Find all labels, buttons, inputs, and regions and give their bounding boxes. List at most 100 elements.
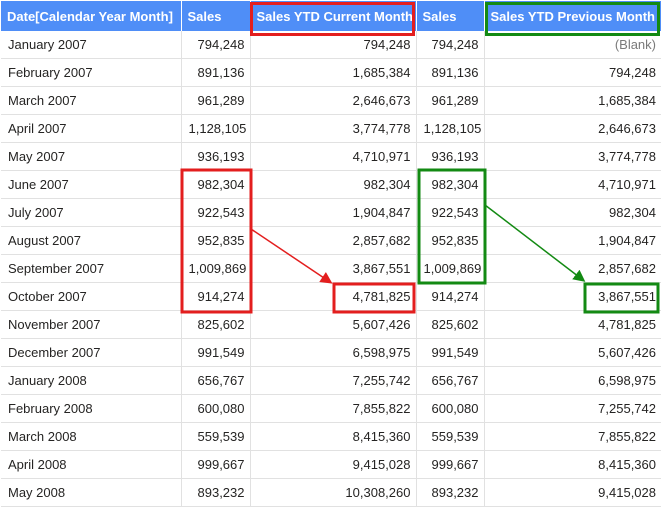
cell-sales-2: 991,549 — [416, 338, 485, 367]
cell-sales-ytd-current: 1,904,847 — [250, 198, 417, 227]
table-row[interactable]: July 2007 922,543 1,904,847 922,543 982,304 — [1, 198, 661, 227]
cell-sales-ytd-current: 1,685,384 — [250, 58, 417, 87]
cell-sales-ytd-previous: 3,774,778 — [484, 142, 661, 171]
cell-sales-2: 952,835 — [416, 226, 485, 255]
cell-date: April 2007 — [1, 114, 182, 143]
cell-sales-ytd-current: 5,607,426 — [250, 310, 417, 339]
cell-sales: 600,080 — [181, 394, 251, 423]
header-row: Date[Calendar Year Month] Sales Sales YT… — [1, 1, 662, 31]
table-row[interactable]: December 2007 991,549 6,598,975 991,549 5,60… — [1, 338, 661, 367]
cell-sales: 999,667 — [181, 450, 251, 479]
cell-sales: 914,274 — [181, 282, 251, 311]
cell-sales-2: 559,539 — [416, 422, 485, 451]
cell-sales: 922,543 — [181, 198, 251, 227]
cell-sales-ytd-previous: 5,607,426 — [484, 338, 661, 367]
cell-sales-2: 825,602 — [416, 310, 485, 339]
column-header-sales[interactable]: Sales — [181, 1, 251, 31]
cell-sales-ytd-current: 3,867,551 — [250, 254, 417, 283]
table-row[interactable]: March 2008 559,539 8,415,360 559,539 7,855,8… — [1, 422, 661, 451]
cell-sales-2: 891,136 — [416, 58, 485, 87]
table-row[interactable]: February 2008 600,080 7,855,822 600,080 7,25… — [1, 394, 661, 423]
table-row[interactable]: February 2007 891,136 1,685,384 891,136 794,… — [1, 58, 661, 87]
cell-sales: 936,193 — [181, 142, 251, 171]
cell-date: December 2007 — [1, 338, 182, 367]
cell-sales-2: 914,274 — [416, 282, 485, 311]
column-header-sales-ytd-previous-month[interactable]: Sales YTD Previous Month — [484, 1, 662, 31]
table-row[interactable]: January 2007 794,248 794,248 794,248 (Blank) — [1, 31, 661, 59]
table-row[interactable]: September 2007 1,009,869 3,867,551 1,009,86… — [1, 254, 661, 283]
cell-sales-ytd-current: 7,255,742 — [250, 366, 417, 395]
cell-sales-ytd-current: 3,774,778 — [250, 114, 417, 143]
cell-sales-ytd-current: 982,304 — [250, 170, 417, 199]
column-header-sales-2[interactable]: Sales — [416, 1, 485, 31]
cell-sales-ytd-previous: 3,867,551 — [484, 282, 661, 311]
cell-sales-ytd-previous: 4,710,971 — [484, 170, 661, 199]
cell-sales-ytd-previous: 1,685,384 — [484, 86, 661, 115]
table-row[interactable]: October 2007 914,274 4,781,825 914,274 3,867… — [1, 282, 661, 311]
table-row[interactable]: May 2008 893,232 10,308,260 893,232 9,415,02… — [1, 478, 661, 507]
cell-sales-2: 982,304 — [416, 170, 485, 199]
cell-date: January 2007 — [1, 31, 182, 59]
cell-sales-2: 794,248 — [416, 31, 485, 59]
cell-sales-ytd-current: 9,415,028 — [250, 450, 417, 479]
cell-sales-ytd-previous: (Blank) — [484, 31, 661, 59]
cell-sales-ytd-previous: 1,904,847 — [484, 226, 661, 255]
cell-date: February 2007 — [1, 58, 182, 87]
cell-sales-ytd-current: 2,646,673 — [250, 86, 417, 115]
cell-sales: 794,248 — [181, 31, 251, 59]
cell-sales-ytd-previous: 2,857,682 — [484, 254, 661, 283]
cell-sales-ytd-previous: 8,415,360 — [484, 450, 661, 479]
table-body: January 2007 794,248 794,248 794,248 (Blank)… — [1, 31, 661, 507]
table-row[interactable]: March 2007 961,289 2,646,673 961,289 1,685,3… — [1, 86, 661, 115]
cell-date: May 2007 — [1, 142, 182, 171]
table-row[interactable]: November 2007 825,602 5,607,426 825,602 4,78… — [1, 310, 661, 339]
cell-sales-ytd-current: 6,598,975 — [250, 338, 417, 367]
cell-sales: 991,549 — [181, 338, 251, 367]
cell-sales: 1,128,105 — [181, 114, 251, 143]
cell-date: March 2008 — [1, 422, 182, 451]
cell-sales: 893,232 — [181, 478, 251, 507]
cell-date: April 2008 — [1, 450, 182, 479]
column-header-date[interactable]: Date[Calendar Year Month] — [1, 1, 182, 31]
cell-sales-2: 961,289 — [416, 86, 485, 115]
cell-sales-ytd-previous: 2,646,673 — [484, 114, 661, 143]
table-row[interactable]: January 2008 656,767 7,255,742 656,767 6,598… — [1, 366, 661, 395]
cell-sales-2: 922,543 — [416, 198, 485, 227]
cell-sales: 1,009,869 — [181, 254, 251, 283]
cell-sales-ytd-previous: 982,304 — [484, 198, 661, 227]
cell-sales-2: 1,128,105 — [416, 114, 485, 143]
column-header-sales-ytd-current-month[interactable]: Sales YTD Current Month — [250, 1, 417, 31]
table-row[interactable]: May 2007 936,193 4,710,971 936,193 3,774,778 — [1, 142, 661, 171]
cell-sales-ytd-current: 794,248 — [250, 31, 417, 59]
cell-date: August 2007 — [1, 226, 182, 255]
cell-sales: 891,136 — [181, 58, 251, 87]
cell-sales-ytd-previous: 794,248 — [484, 58, 661, 87]
cell-date: September 2007 — [1, 254, 182, 283]
cell-sales: 559,539 — [181, 422, 251, 451]
cell-sales: 952,835 — [181, 226, 251, 255]
cell-sales-ytd-previous: 9,415,028 — [484, 478, 661, 507]
cell-date: October 2007 — [1, 282, 182, 311]
cell-date: May 2008 — [1, 478, 182, 507]
table-row[interactable]: August 2007 952,835 2,857,682 952,835 1,904,… — [1, 226, 661, 255]
cell-sales-2: 936,193 — [416, 142, 485, 171]
cell-sales-ytd-current: 2,857,682 — [250, 226, 417, 255]
cell-date: January 2008 — [1, 366, 182, 395]
table-row[interactable]: June 2007 982,304 982,304 982,304 4,710,971 — [1, 170, 661, 199]
cell-sales-2: 999,667 — [416, 450, 485, 479]
cell-sales-2: 656,767 — [416, 366, 485, 395]
cell-sales: 825,602 — [181, 310, 251, 339]
cell-date: November 2007 — [1, 310, 182, 339]
cell-date: July 2007 — [1, 198, 182, 227]
cell-sales-2: 893,232 — [416, 478, 485, 507]
cell-date: February 2008 — [1, 394, 182, 423]
cell-sales: 982,304 — [181, 170, 251, 199]
cell-date: March 2007 — [1, 86, 182, 115]
cell-date: June 2007 — [1, 170, 182, 199]
cell-sales-ytd-previous: 7,855,822 — [484, 422, 661, 451]
cell-sales-2: 1,009,869 — [416, 254, 485, 283]
cell-sales-2: 600,080 — [416, 394, 485, 423]
sales-matrix-table: Date[Calendar Year Month] Sales Sales YT… — [1, 1, 662, 507]
table-row[interactable]: April 2007 1,128,105 3,774,778 1,128,105 2,6… — [1, 114, 661, 143]
table-row[interactable]: April 2008 999,667 9,415,028 999,667 8,415,3… — [1, 450, 661, 479]
